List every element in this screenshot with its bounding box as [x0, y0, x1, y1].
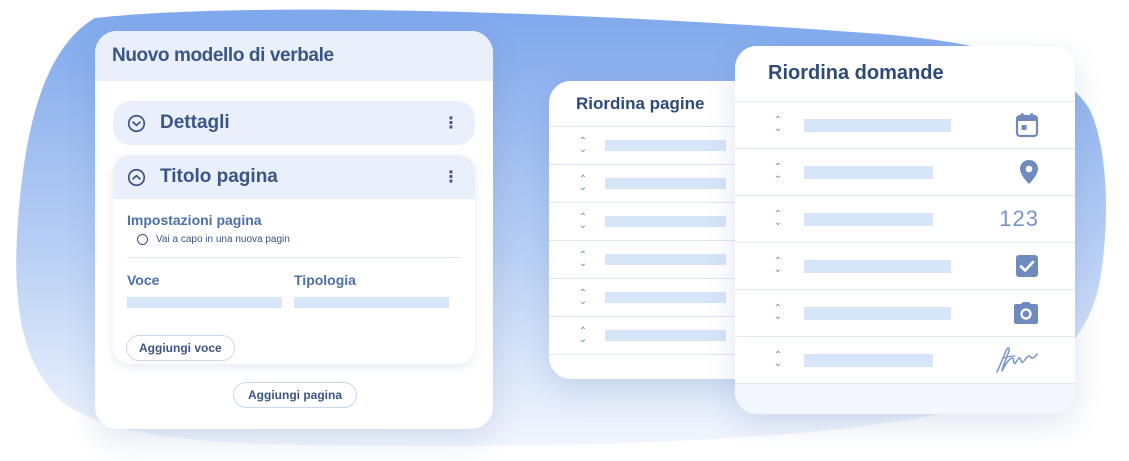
placeholder-bar [804, 165, 933, 179]
checkbox-icon [1016, 255, 1038, 277]
list-item[interactable]: ⌃ ⌄ [735, 148, 1075, 195]
list-item[interactable]: ⌃ ⌄ [735, 242, 1075, 289]
placeholder-bar [605, 216, 726, 227]
reorder-handle-icon[interactable]: ⌃ ⌄ [577, 174, 589, 192]
new-page-option[interactable]: Vai a capo in una nuova pagin [127, 234, 461, 245]
reorder-handle-icon[interactable]: ⌃ ⌄ [772, 304, 784, 322]
reorder-handle-icon[interactable]: ⌃ ⌄ [577, 250, 589, 268]
add-page-button[interactable]: Aggiungi pagina [233, 382, 357, 408]
placeholder-bar [804, 118, 951, 132]
reorder-handle-icon[interactable]: ⌃ ⌄ [772, 257, 784, 275]
number-icon: 123 [999, 206, 1039, 231]
section-title: Dettagli [160, 112, 230, 133]
list-item[interactable]: ⌃ ⌄ [735, 336, 1075, 383]
reorder-handle-icon[interactable]: ⌃ ⌄ [772, 163, 784, 181]
placeholder-bar [605, 292, 726, 303]
camera-icon [1014, 302, 1038, 324]
section-header[interactable]: Titolo pagina ⋮ [113, 155, 475, 199]
column-label-voce: Voce [127, 272, 160, 288]
list-item[interactable]: ⌃ ⌄ 123 [735, 195, 1075, 242]
chevron-up-circle-icon[interactable] [127, 168, 146, 187]
card-title: Nuovo modello di verbale [95, 31, 493, 81]
reorder-handle-icon[interactable]: ⌃ ⌄ [772, 351, 784, 369]
reorder-handle-icon[interactable]: ⌃ ⌄ [772, 210, 784, 228]
placeholder-bar [804, 259, 951, 273]
location-pin-icon [1020, 160, 1038, 184]
placeholder-bar [605, 254, 726, 265]
placeholder-bar [605, 140, 726, 151]
calendar-icon [1015, 113, 1039, 138]
placeholder-bar [605, 178, 726, 189]
card-title: Riordina domande [735, 46, 1075, 101]
reorder-questions-card: Riordina domande ⌃ ⌄ ⌃ ⌄ ⌃ ⌄ 123 ⌃ ⌄ ⌃ ⌄… [735, 46, 1075, 414]
reorder-handle-icon[interactable]: ⌃ ⌄ [577, 288, 589, 306]
tipologia-field[interactable] [294, 297, 449, 308]
reorder-handle-icon[interactable]: ⌃ ⌄ [577, 212, 589, 230]
section-titolo-pagina: Titolo pagina ⋮ Impostazioni pagina Vai … [113, 155, 475, 364]
signature-icon [996, 347, 1038, 373]
add-item-button[interactable]: Aggiungi voce [126, 335, 235, 361]
reorder-handle-icon[interactable]: ⌃ ⌄ [577, 326, 589, 344]
list-item[interactable]: ⌃ ⌄ [735, 289, 1075, 336]
placeholder-bar [804, 306, 951, 320]
placeholder-bar [605, 330, 726, 341]
divider [127, 257, 461, 258]
section-dettagli[interactable]: Dettagli ⋮ [113, 101, 475, 145]
more-options-icon[interactable]: ⋮ [441, 167, 461, 187]
card-footer [735, 383, 1075, 414]
voce-field[interactable] [127, 297, 282, 308]
section-title: Titolo pagina [160, 166, 278, 187]
placeholder-bar [804, 212, 933, 226]
reorder-handle-icon[interactable]: ⌃ ⌄ [577, 136, 589, 154]
column-label-tipologia: Tipologia [294, 272, 356, 288]
chevron-down-circle-icon[interactable] [127, 114, 146, 133]
radio-button[interactable] [137, 234, 148, 245]
radio-label: Vai a capo in una nuova pagin [156, 234, 290, 245]
page-settings-heading: Impostazioni pagina [127, 212, 262, 228]
placeholder-bar [804, 353, 933, 367]
reorder-handle-icon[interactable]: ⌃ ⌄ [772, 116, 784, 134]
list-item[interactable]: ⌃ ⌄ [735, 101, 1075, 148]
more-options-icon[interactable]: ⋮ [441, 113, 461, 133]
template-editor-card: Nuovo modello di verbale Dettagli ⋮ Tito… [95, 31, 493, 429]
